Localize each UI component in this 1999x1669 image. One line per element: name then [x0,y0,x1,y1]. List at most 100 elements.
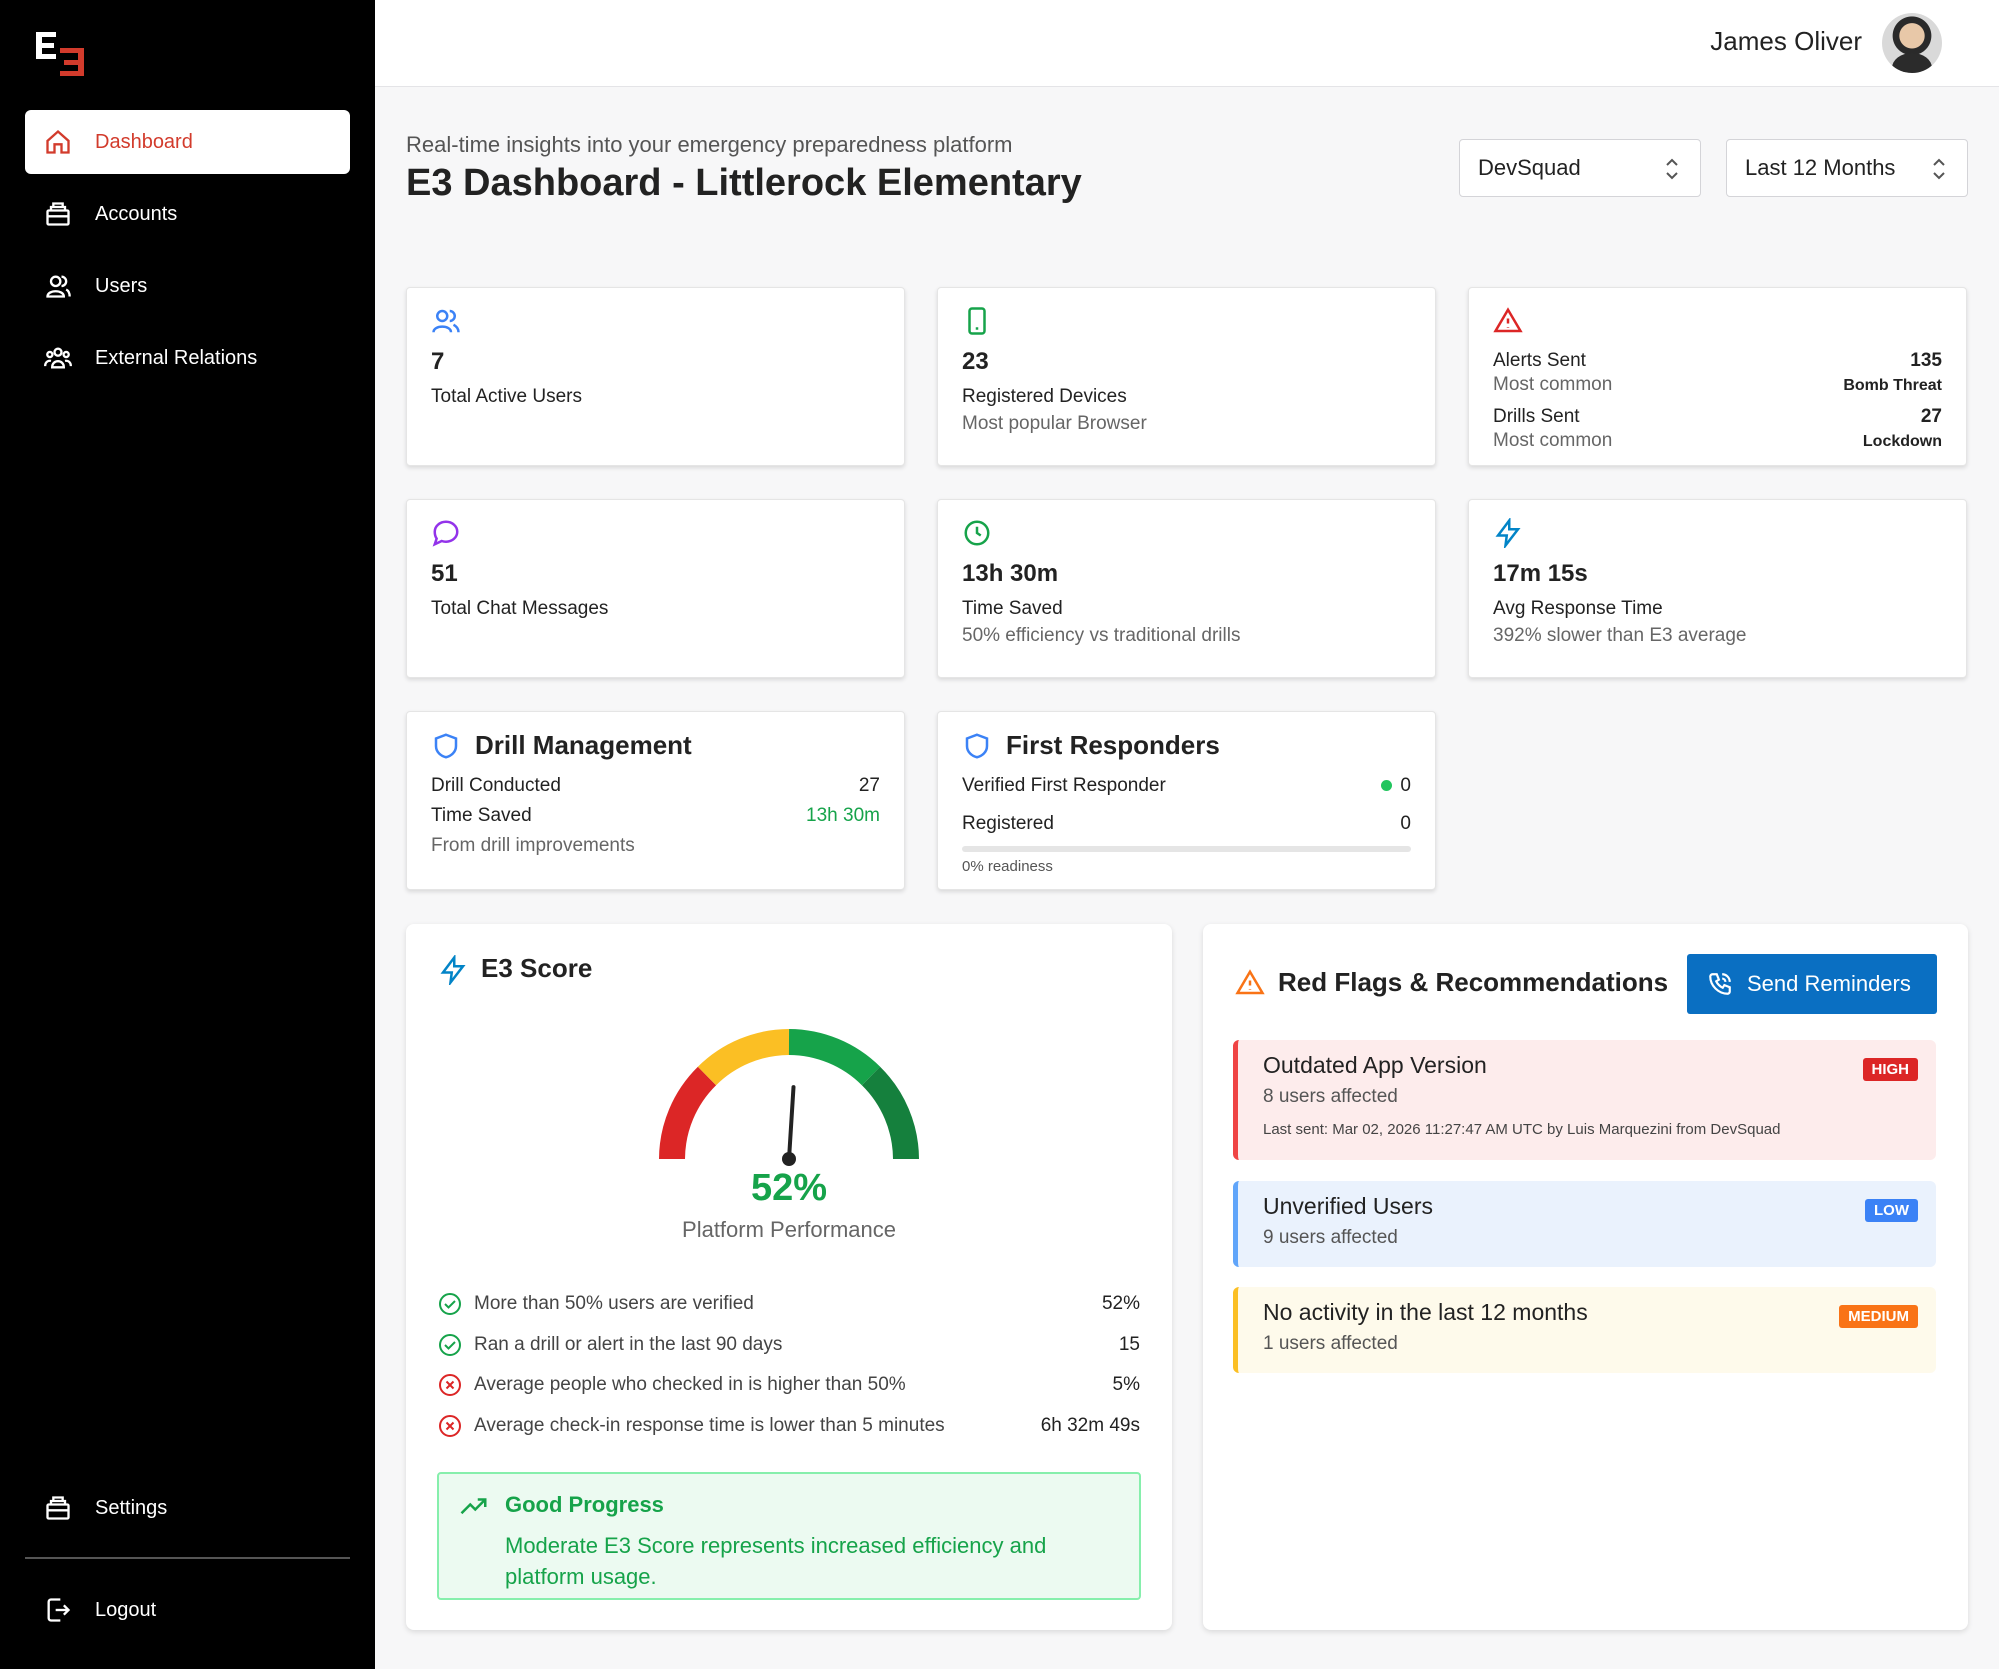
response-sub: 392% slower than E3 average [1493,625,1747,646]
criteria-value: 52% [1101,1293,1140,1314]
sidebar-item-settings[interactable]: Settings [25,1476,350,1540]
date-range-select[interactable]: Last 12 Months [1726,139,1968,197]
status-dot [1381,780,1393,791]
alerts-sent-label: Alerts Sent [1493,350,1586,371]
check-circle-icon [439,1334,461,1356]
red-flags-title: Red Flags & Recommendations [1278,967,1669,997]
avg-response-card: 17m 15s Avg Response Time 392% slower th… [1468,499,1967,678]
criteria-item: Ran a drill or alert in the last 90 days… [438,1330,1140,1360]
x-circle-icon [439,1374,461,1396]
flag-item-unverified-users[interactable]: Unverified Users 9 users affected LOW [1233,1181,1936,1267]
progress-text: Moderate E3 Score represents increased e… [505,1533,1047,1589]
warning-icon [1235,969,1265,995]
sidebar-item-label: Settings [95,1496,168,1519]
progress-title: Good Progress [505,1492,664,1517]
send-reminders-button[interactable]: Send Reminders [1687,954,1937,1014]
flag-title: No activity in the last 12 months [1263,1299,1588,1325]
sidebar-item-users[interactable]: Users [25,254,350,318]
drill-conducted-row: Drill Conducted 27 [431,775,880,797]
users-icon [432,309,460,333]
flag-note: Last sent: Mar 02, 2026 11:27:47 AM UTC … [1263,1121,1781,1138]
chat-label: Total Chat Messages [431,598,609,619]
user-name[interactable]: James Oliver [1710,26,1862,57]
org-select[interactable]: DevSquad [1459,139,1701,197]
flag-sub: 9 users affected [1263,1227,1398,1248]
criteria-text: Ran a drill or alert in the last 90 days [474,1334,783,1355]
trending-up-icon [460,1498,487,1515]
criteria-value: 6h 32m 49s [1040,1415,1140,1436]
send-reminders-label: Send Reminders [1747,971,1911,996]
total-active-users-card: 7 Total Active Users [406,287,905,466]
criteria-text: Average people who checked in is higher … [474,1374,906,1395]
criteria-item: Average check-in response time is lower … [438,1411,1140,1441]
chevron-up-down-icon [1933,158,1945,180]
clock-icon [964,520,990,546]
gauge-pivot [782,1152,796,1166]
drill-time-saved-label: Time Saved [431,805,532,826]
date-range-value: Last 12 Months [1745,155,1896,180]
logout-icon [43,1595,73,1625]
e3-logo [36,32,84,76]
registered-devices-card: 23 Registered Devices Most popular Brows… [937,287,1436,466]
drills-common-row: Most common Lockdown [1493,430,1942,452]
sidebar-item-label: Accounts [95,202,178,225]
registered-label: Registered [962,813,1054,834]
drill-time-saved-row: Time Saved 13h 30m [431,805,880,827]
flag-item-no-activity[interactable]: No activity in the last 12 months 1 user… [1233,1287,1936,1373]
alerts-common-label: Most common [1493,374,1613,395]
devices-value: 23 [962,348,989,375]
drills-common-label: Most common [1493,430,1613,451]
first-responders-title: First Responders [1006,730,1220,760]
page-subtitle: Real-time insights into your emergency p… [406,132,1013,157]
drills-sent-row: Drills Sent 27 [1493,406,1942,428]
sidebar-item-accounts[interactable]: Accounts [25,182,350,246]
criteria-item: Average people who checked in is higher … [438,1370,1140,1400]
drill-note: From drill improvements [431,835,880,857]
org-select-value: DevSquad [1478,155,1581,180]
criteria-text: Average check-in response time is lower … [474,1415,945,1436]
group-icon [43,343,73,373]
drill-note-text: From drill improvements [431,835,635,856]
drills-sent-label: Drills Sent [1493,406,1580,427]
lightning-icon [1495,518,1521,548]
flag-title: Outdated App Version [1263,1052,1487,1078]
home-icon [43,127,73,157]
briefcase-icon [43,199,73,229]
sidebar-item-external-relations[interactable]: External Relations [25,326,350,390]
gauge-needle [787,1085,796,1161]
readiness-bar [962,846,1411,852]
drill-conducted-value: 27 [858,775,880,796]
sidebar-item-dashboard[interactable]: Dashboard [25,110,350,174]
phone-call-icon [1709,973,1731,995]
chat-bubble-icon [432,520,459,547]
gauge-segment-yellow [697,1029,790,1086]
time-saved-sub: 50% efficiency vs traditional drills [962,625,1241,646]
readiness-text: 0% readiness [962,858,1053,875]
drill-management-card: Drill Management Drill Conducted 27 Time… [406,711,905,890]
severity-badge: LOW [1865,1199,1918,1222]
flag-item-outdated-app[interactable]: Outdated App Version 8 users affected HI… [1233,1040,1936,1160]
active-users-label: Total Active Users [431,386,582,407]
avatar[interactable] [1882,13,1942,73]
first-responders-card: First Responders Verified First Responde… [937,711,1436,890]
devices-sub: Most popular Browser [962,413,1147,434]
check-circle-icon [439,1293,461,1315]
drill-time-saved-value: 13h 30m [806,805,880,826]
shield-icon [434,733,458,759]
alerts-sent-row: Alerts Sent 135 [1493,350,1942,372]
devices-label: Registered Devices [962,386,1127,407]
sidebar-item-logout[interactable]: Logout [25,1578,350,1642]
response-label: Avg Response Time [1493,598,1663,619]
sidebar-item-label: Dashboard [95,130,193,153]
sidebar: Dashboard Accounts Users External Relati… [0,0,375,1669]
severity-badge: MEDIUM [1839,1305,1918,1328]
alerts-drills-card: Alerts Sent 135 Most common Bomb Threat … [1468,287,1967,466]
drills-common-value: Lockdown [1862,433,1942,450]
gauge-segment-red [659,1066,717,1160]
verified-responder-label: Verified First Responder [962,775,1166,796]
score-caption: Platform Performance [682,1217,896,1242]
phone-icon [968,307,986,335]
total-chat-messages-card: 51 Total Chat Messages [406,499,905,678]
gauge-segment-dark-green [861,1066,919,1160]
criteria-value: 15 [1118,1334,1140,1355]
